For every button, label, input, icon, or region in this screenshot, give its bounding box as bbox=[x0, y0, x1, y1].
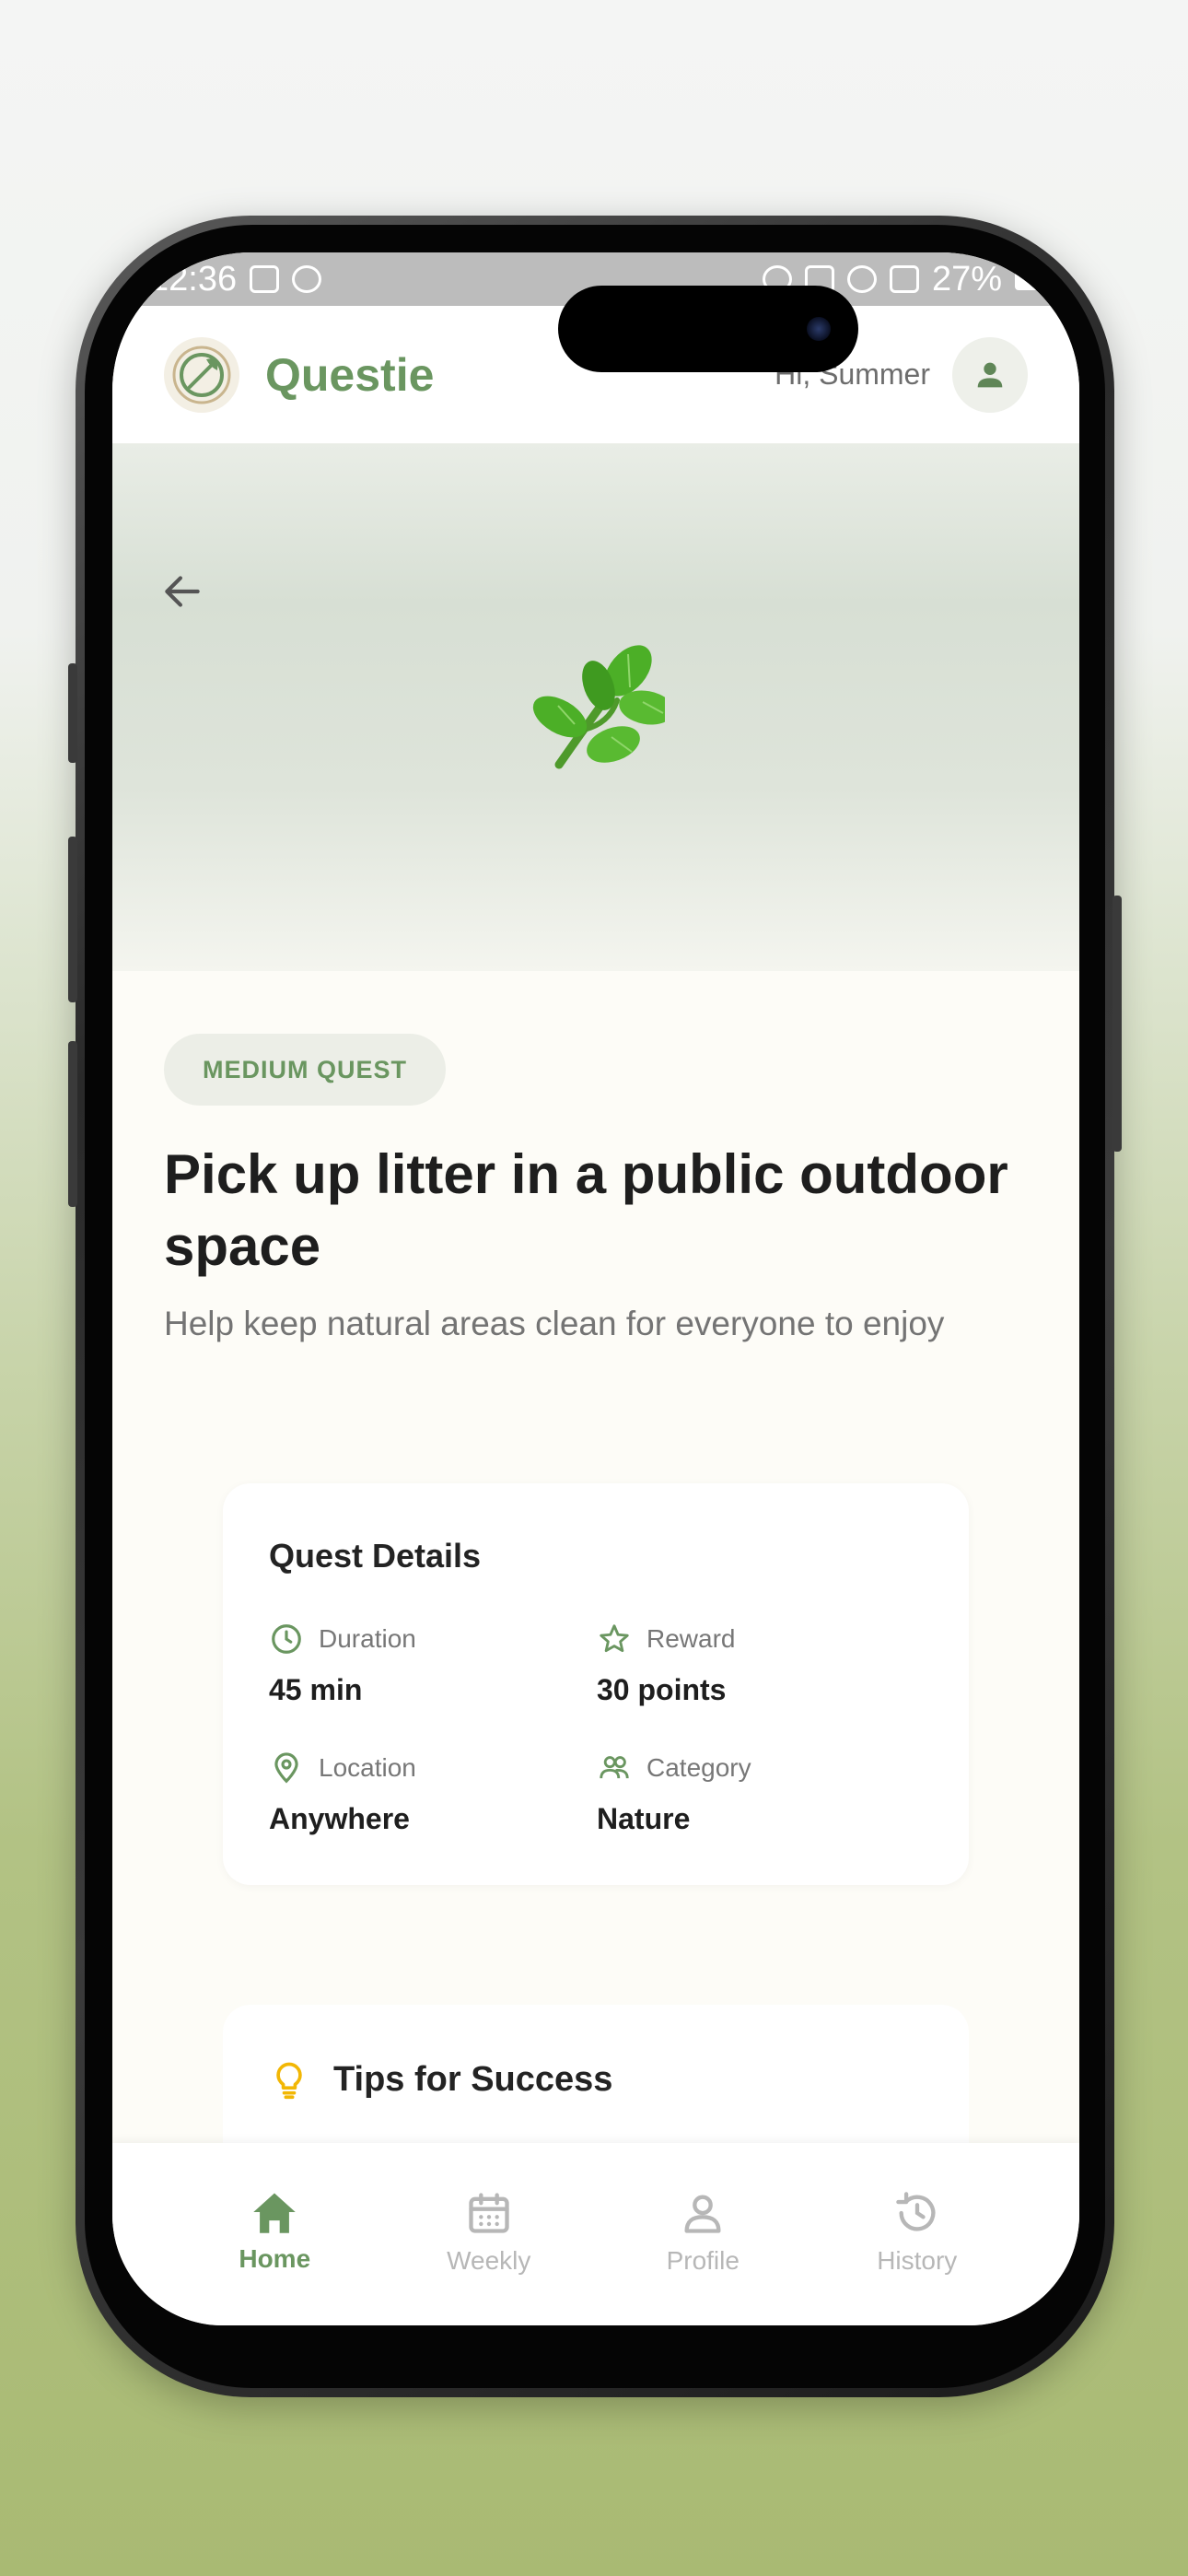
battery-percent: 27% bbox=[931, 259, 1002, 299]
detail-category: Category Nature bbox=[597, 1751, 891, 1836]
duration-label: Duration bbox=[319, 1624, 416, 1653]
quest-hero bbox=[112, 444, 1079, 971]
person-icon bbox=[977, 362, 1003, 387]
nav-profile[interactable]: Profile bbox=[611, 2143, 795, 2325]
quest-description: Help keep natural areas clean for everyo… bbox=[164, 1305, 945, 1342]
app-name: Questie bbox=[265, 348, 435, 401]
arrow-left-icon bbox=[165, 576, 200, 607]
category-value: Nature bbox=[597, 1802, 691, 1835]
nav-home-label: Home bbox=[239, 2244, 311, 2273]
nav-weekly[interactable]: Weekly bbox=[397, 2143, 581, 2325]
nav-history-label: History bbox=[877, 2246, 958, 2275]
location-value: Anywhere bbox=[269, 1802, 410, 1835]
status-time: 12:36 bbox=[149, 259, 238, 299]
clock-icon bbox=[272, 1624, 301, 1654]
difficulty-badge: MEDIUM QUEST bbox=[164, 1034, 447, 1106]
nav-weekly-label: Weekly bbox=[447, 2246, 531, 2275]
quest-details-title: Quest Details bbox=[269, 1537, 482, 1575]
detail-reward: Reward 30 points bbox=[597, 1622, 891, 1707]
phone-volume-up-button bbox=[68, 837, 77, 1002]
home-icon bbox=[253, 2193, 296, 2233]
phone-screen: 12:36 27% Questie Hi, Summer MEDIUM QUES… bbox=[112, 252, 1079, 2325]
nav-profile-label: Profile bbox=[666, 2246, 740, 2275]
detail-location: Location Anywhere bbox=[269, 1751, 564, 1836]
star-icon bbox=[600, 1624, 629, 1653]
nav-history[interactable]: History bbox=[825, 2143, 1009, 2325]
duration-value: 45 min bbox=[269, 1673, 363, 1706]
quest-content: MEDIUM QUEST Pick up litter in a public … bbox=[112, 971, 1079, 2325]
person-icon bbox=[684, 2195, 721, 2233]
bottom-navigation: Home Weekly Profile History bbox=[112, 2143, 1079, 2325]
dynamic-island bbox=[558, 286, 858, 372]
reward-label: Reward bbox=[646, 1624, 736, 1653]
location-pin-icon bbox=[274, 1752, 298, 1784]
reward-value: 30 points bbox=[597, 1673, 727, 1706]
questie-logo-icon bbox=[164, 336, 239, 413]
profile-avatar-button[interactable] bbox=[952, 336, 1028, 413]
signal-icon bbox=[889, 265, 919, 293]
back-button[interactable] bbox=[146, 555, 219, 628]
brand[interactable]: Questie bbox=[164, 336, 435, 413]
phone-volume-down-button bbox=[68, 1041, 77, 1207]
category-label: Category bbox=[646, 1753, 751, 1782]
herb-emoji-icon bbox=[532, 645, 665, 769]
wifi-icon bbox=[846, 265, 877, 293]
phone-power-button bbox=[1112, 896, 1122, 1152]
quest-title: Pick up litter in a public outdoor space bbox=[164, 1143, 1008, 1277]
quest-details-card: Quest Details Duration 45 min Reward 30 … bbox=[223, 1483, 969, 1885]
detail-duration: Duration 45 min bbox=[269, 1622, 564, 1707]
history-icon bbox=[896, 2192, 936, 2231]
lightbulb-icon bbox=[276, 2062, 302, 2100]
calendar-icon bbox=[469, 2193, 509, 2233]
tips-title: Tips for Success bbox=[333, 2059, 613, 2099]
people-icon bbox=[600, 1756, 629, 1779]
phone-action-button bbox=[68, 663, 77, 763]
location-label: Location bbox=[319, 1753, 416, 1782]
front-camera bbox=[807, 317, 831, 341]
facebook-notification-icon bbox=[292, 265, 322, 293]
nav-home[interactable]: Home bbox=[182, 2143, 367, 2325]
gallery-notification-icon bbox=[250, 265, 280, 293]
battery-icon bbox=[1015, 268, 1052, 290]
